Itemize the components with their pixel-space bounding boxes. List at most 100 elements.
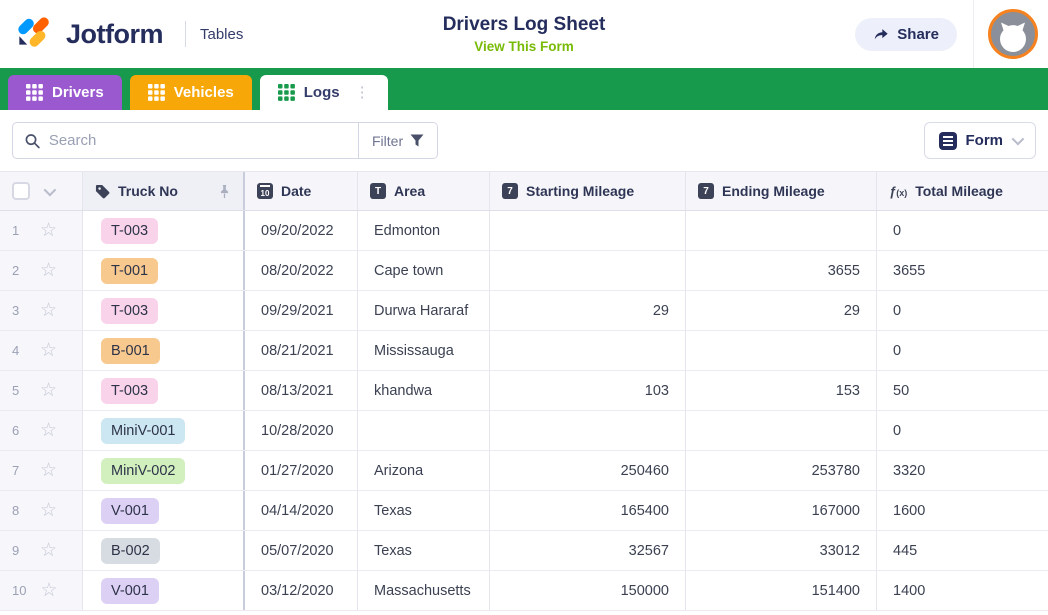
- number-field-icon: 7: [502, 183, 518, 199]
- cell-date[interactable]: 03/12/2020: [245, 571, 358, 610]
- select-all-checkbox[interactable]: [12, 182, 30, 200]
- cell-starting[interactable]: [490, 251, 686, 290]
- cell-date[interactable]: 08/21/2021: [245, 331, 358, 370]
- cell-area[interactable]: Texas: [358, 491, 490, 530]
- search-input[interactable]: [49, 132, 346, 149]
- avatar[interactable]: [988, 9, 1038, 59]
- cell-date[interactable]: 09/20/2022: [245, 211, 358, 250]
- cell-starting[interactable]: [490, 331, 686, 370]
- star-icon[interactable]: ☆: [40, 541, 57, 560]
- cell-starting[interactable]: 165400: [490, 491, 686, 530]
- cell-truck-no[interactable]: B-002: [83, 531, 245, 570]
- column-header-area[interactable]: T Area: [358, 172, 490, 210]
- cell-starting[interactable]: 29: [490, 291, 686, 330]
- cell-starting[interactable]: 103: [490, 371, 686, 410]
- cell-total[interactable]: 0: [877, 211, 1048, 250]
- cell-total[interactable]: 0: [877, 331, 1048, 370]
- cell-total[interactable]: 3655: [877, 251, 1048, 290]
- star-icon[interactable]: ☆: [40, 501, 57, 520]
- cell-truck-no[interactable]: B-001: [83, 331, 245, 370]
- product-name: Tables: [200, 26, 243, 43]
- row-number: 2: [12, 263, 26, 278]
- cell-ending[interactable]: 253780: [686, 451, 877, 490]
- cell-truck-no[interactable]: T-001: [83, 251, 245, 290]
- cell-area[interactable]: Edmonton: [358, 211, 490, 250]
- brand[interactable]: Jotform Tables: [0, 15, 243, 53]
- cell-truck-no[interactable]: T-003: [83, 211, 245, 250]
- cell-area[interactable]: khandwa: [358, 371, 490, 410]
- cell-date[interactable]: 04/14/2020: [245, 491, 358, 530]
- cell-starting[interactable]: 250460: [490, 451, 686, 490]
- cell-area[interactable]: [358, 411, 490, 450]
- cell-truck-no[interactable]: MiniV-001: [83, 411, 245, 450]
- cell-ending[interactable]: 33012: [686, 531, 877, 570]
- cell-total[interactable]: 0: [877, 291, 1048, 330]
- cell-ending[interactable]: [686, 211, 877, 250]
- star-icon[interactable]: ☆: [40, 581, 57, 600]
- tab-menu-dots-icon[interactable]: ⋮: [355, 85, 370, 100]
- star-icon[interactable]: ☆: [40, 261, 57, 280]
- column-label: Area: [394, 183, 425, 199]
- tab-vehicles[interactable]: Vehicles: [130, 75, 252, 110]
- cell-total[interactable]: 445: [877, 531, 1048, 570]
- cell-date[interactable]: 08/13/2021: [245, 371, 358, 410]
- cell-truck-no[interactable]: V-001: [83, 571, 245, 610]
- cell-total[interactable]: 3320: [877, 451, 1048, 490]
- cell-truck-no[interactable]: T-003: [83, 291, 245, 330]
- star-icon[interactable]: ☆: [40, 461, 57, 480]
- column-header-total-mileage[interactable]: ƒ(x) Total Mileage: [877, 172, 1048, 210]
- chevron-down-icon[interactable]: [44, 183, 57, 196]
- cell-starting[interactable]: [490, 411, 686, 450]
- cell-ending[interactable]: 3655: [686, 251, 877, 290]
- form-icon: [939, 132, 957, 150]
- star-icon[interactable]: ☆: [40, 421, 57, 440]
- cell-ending[interactable]: 167000: [686, 491, 877, 530]
- star-icon[interactable]: ☆: [40, 381, 57, 400]
- tab-drivers[interactable]: Drivers: [8, 75, 122, 110]
- cell-area[interactable]: Texas: [358, 531, 490, 570]
- tab-logs[interactable]: Logs ⋮: [260, 75, 388, 110]
- cell-ending[interactable]: [686, 331, 877, 370]
- table-row: 9 ☆ B-002 05/07/2020 Texas 32567 33012 4…: [0, 531, 1048, 571]
- cell-total[interactable]: 1400: [877, 571, 1048, 610]
- cell-date[interactable]: 01/27/2020: [245, 451, 358, 490]
- cell-starting[interactable]: [490, 211, 686, 250]
- column-header-ending-mileage[interactable]: 7 Ending Mileage: [686, 172, 877, 210]
- data-table: Truck No 10 Date T Area 7 Starting Milea…: [0, 171, 1048, 611]
- cell-area[interactable]: Arizona: [358, 451, 490, 490]
- column-header-starting-mileage[interactable]: 7 Starting Mileage: [490, 172, 686, 210]
- cell-total[interactable]: 1600: [877, 491, 1048, 530]
- cell-date[interactable]: 09/29/2021: [245, 291, 358, 330]
- cell-starting[interactable]: 150000: [490, 571, 686, 610]
- view-this-form-link[interactable]: View This Form: [474, 39, 574, 54]
- cell-starting[interactable]: 32567: [490, 531, 686, 570]
- cell-area[interactable]: Cape town: [358, 251, 490, 290]
- cell-area[interactable]: Mississauga: [358, 331, 490, 370]
- cell-date[interactable]: 08/20/2022: [245, 251, 358, 290]
- star-icon[interactable]: ☆: [40, 221, 57, 240]
- column-header-date[interactable]: 10 Date: [245, 172, 358, 210]
- column-header-truck-no[interactable]: Truck No: [83, 172, 245, 210]
- star-icon[interactable]: ☆: [40, 301, 57, 320]
- cell-date[interactable]: 10/28/2020: [245, 411, 358, 450]
- cell-area[interactable]: Durwa Hararaf: [358, 291, 490, 330]
- search-box[interactable]: [13, 123, 358, 158]
- cell-truck-no[interactable]: T-003: [83, 371, 245, 410]
- star-icon[interactable]: ☆: [40, 341, 57, 360]
- cell-ending[interactable]: 153: [686, 371, 877, 410]
- cell-ending[interactable]: 29: [686, 291, 877, 330]
- cell-date[interactable]: 05/07/2020: [245, 531, 358, 570]
- filter-button[interactable]: Filter: [358, 123, 437, 158]
- cell-ending[interactable]: [686, 411, 877, 450]
- row-number: 8: [12, 503, 26, 518]
- share-button[interactable]: Share: [855, 18, 957, 51]
- cell-area[interactable]: Massachusetts: [358, 571, 490, 610]
- pin-icon[interactable]: [218, 184, 231, 199]
- tab-label: Drivers: [52, 84, 104, 101]
- cell-truck-no[interactable]: V-001: [83, 491, 245, 530]
- cell-truck-no[interactable]: MiniV-002: [83, 451, 245, 490]
- cell-total[interactable]: 50: [877, 371, 1048, 410]
- cell-ending[interactable]: 151400: [686, 571, 877, 610]
- cell-total[interactable]: 0: [877, 411, 1048, 450]
- form-button[interactable]: Form: [924, 122, 1037, 159]
